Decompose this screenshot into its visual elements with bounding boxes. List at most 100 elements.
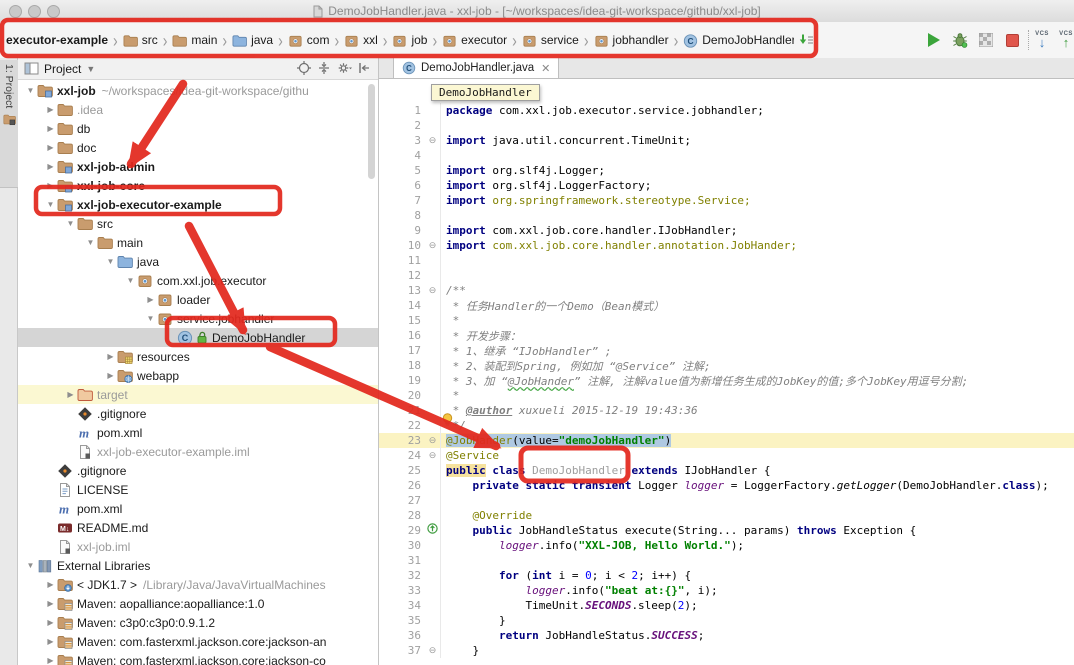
tree-open-arrow-icon[interactable]: ▼ bbox=[124, 276, 137, 285]
code-line-35[interactable]: 35 } bbox=[379, 613, 1074, 628]
code-line-22[interactable]: 22 */ bbox=[379, 418, 1074, 433]
code-line-31[interactable]: 31 bbox=[379, 553, 1074, 568]
tree-row-LICENSE[interactable]: LICENSE bbox=[18, 480, 378, 499]
breadcrumb-item-java[interactable]: java bbox=[230, 33, 275, 48]
tree-row-Maven-com.fasterxml.jackson.core-jackson-co[interactable]: ▶Maven: com.fasterxml.jackson.core:jacks… bbox=[18, 651, 378, 665]
code-line-32[interactable]: 32 for (int i = 0; i < 2; i++) { bbox=[379, 568, 1074, 583]
breadcrumb-item-executor-example[interactable]: executor-example bbox=[4, 33, 110, 47]
tree-row-.gitignore[interactable]: .gitignore bbox=[18, 461, 378, 480]
fold-marker-icon[interactable]: ⊖ bbox=[425, 643, 441, 658]
code-line-11[interactable]: 11 bbox=[379, 253, 1074, 268]
tree-open-arrow-icon[interactable]: ▼ bbox=[144, 314, 157, 323]
tree-closed-arrow-icon[interactable]: ▶ bbox=[104, 352, 117, 361]
code-line-1[interactable]: 1package com.xxl.job.executor.service.jo… bbox=[379, 103, 1074, 118]
tree-closed-arrow-icon[interactable]: ▶ bbox=[44, 618, 57, 627]
tree-row-xxl-job-core[interactable]: ▶xxl-job-core bbox=[18, 176, 378, 195]
tree-row-pom.xml[interactable]: mpom.xml bbox=[18, 499, 378, 518]
tree-closed-arrow-icon[interactable]: ▶ bbox=[44, 637, 57, 646]
tree-row-xxl-job.iml[interactable]: xxl-job.iml bbox=[18, 537, 378, 556]
tree-row-doc[interactable]: ▶doc bbox=[18, 138, 378, 157]
vcs-update-icon[interactable]: VCS↓ bbox=[1034, 32, 1050, 48]
code-line-29[interactable]: 29 public JobHandleStatus execute(String… bbox=[379, 523, 1074, 538]
tree-row-service.jobhandler[interactable]: ▼service.jobhandler bbox=[18, 309, 378, 328]
code-line-17[interactable]: 17 * 1、继承 “IJobHandler” ; bbox=[379, 343, 1074, 358]
code-line-10[interactable]: 10⊖import com.xxl.job.core.handler.annot… bbox=[379, 238, 1074, 253]
vcs-commit-icon[interactable]: VCS↑ bbox=[1058, 32, 1074, 48]
fold-marker-icon[interactable]: ⊖ bbox=[425, 448, 441, 463]
code-line-26[interactable]: 26 private static transient Logger logge… bbox=[379, 478, 1074, 493]
fold-marker-icon[interactable]: ⊖ bbox=[425, 133, 441, 148]
code-line-6[interactable]: 6import org.slf4j.LoggerFactory; bbox=[379, 178, 1074, 193]
debug-icon[interactable] bbox=[952, 32, 968, 48]
code-line-20[interactable]: 20 * bbox=[379, 388, 1074, 403]
code-line-21[interactable]: 21 * @author xuxueli 2015-12-19 19:43:36 bbox=[379, 403, 1074, 418]
project-tree-scrollbar[interactable] bbox=[368, 84, 375, 179]
breadcrumb-item-DemoJobHandler[interactable]: CDemoJobHandler bbox=[681, 33, 794, 48]
tree-open-arrow-icon[interactable]: ▼ bbox=[24, 561, 37, 570]
tree-open-arrow-icon[interactable]: ▼ bbox=[24, 86, 37, 95]
collapse-all-icon[interactable] bbox=[317, 61, 332, 76]
code-line-14[interactable]: 14 * 任务Handler的一个Demo（Bean模式） bbox=[379, 298, 1074, 313]
tree-row-xxl-job-executor-example.iml[interactable]: xxl-job-executor-example.iml bbox=[18, 442, 378, 461]
hide-panel-icon[interactable] bbox=[357, 61, 372, 76]
code-line-12[interactable]: 12 bbox=[379, 268, 1074, 283]
breadcrumb-item-jobhandler[interactable]: jobhandler bbox=[592, 33, 671, 48]
code-line-2[interactable]: 2 bbox=[379, 118, 1074, 133]
tree-open-arrow-icon[interactable]: ▼ bbox=[84, 238, 97, 247]
tree-open-arrow-icon[interactable]: ▼ bbox=[104, 257, 117, 266]
tree-row-Maven-com.fasterxml.jackson.core-jackson-an[interactable]: ▶Maven: com.fasterxml.jackson.core:jacks… bbox=[18, 632, 378, 651]
project-tool-window-tab[interactable]: 1: Project bbox=[0, 60, 18, 188]
intention-bulb-icon[interactable] bbox=[442, 413, 453, 430]
tree-row-.idea[interactable]: ▶.idea bbox=[18, 100, 378, 119]
code-line-36[interactable]: 36 return JobHandleStatus.SUCCESS; bbox=[379, 628, 1074, 643]
scroll-down-icon[interactable] bbox=[798, 32, 814, 48]
tree-closed-arrow-icon[interactable]: ▶ bbox=[44, 124, 57, 133]
code-line-19[interactable]: 19 * 3、加 “@JobHander” 注解, 注解value值为新增任务生… bbox=[379, 373, 1074, 388]
tree-row-pom.xml[interactable]: mpom.xml bbox=[18, 423, 378, 442]
locate-file-icon[interactable] bbox=[297, 61, 312, 76]
chevron-down-icon[interactable]: ▼ bbox=[86, 64, 95, 74]
tree-row-target[interactable]: ▶target bbox=[18, 385, 378, 404]
close-tab-icon[interactable]: ✕ bbox=[541, 62, 550, 75]
tree-closed-arrow-icon[interactable]: ▶ bbox=[44, 105, 57, 114]
code-line-18[interactable]: 18 * 2、装配到Spring, 例如加 “@Service” 注解; bbox=[379, 358, 1074, 373]
breadcrumb-item-job[interactable]: job bbox=[390, 33, 429, 48]
tree-closed-arrow-icon[interactable]: ▶ bbox=[104, 371, 117, 380]
run-icon[interactable] bbox=[926, 32, 942, 48]
tree-row-main[interactable]: ▼main bbox=[18, 233, 378, 252]
tree-closed-arrow-icon[interactable]: ▶ bbox=[64, 390, 77, 399]
code-line-7[interactable]: 7import org.springframework.stereotype.S… bbox=[379, 193, 1074, 208]
code-line-15[interactable]: 15 * bbox=[379, 313, 1074, 328]
code-line-37[interactable]: 37⊖ } bbox=[379, 643, 1074, 658]
tree-row-java[interactable]: ▼java bbox=[18, 252, 378, 271]
editor-tab[interactable]: C DemoJobHandler.java ✕ bbox=[393, 58, 559, 78]
breadcrumb-item-executor[interactable]: executor bbox=[440, 33, 509, 48]
breadcrumb-item-com[interactable]: com bbox=[286, 33, 332, 48]
code-line-9[interactable]: 9import com.xxl.job.core.handler.IJobHan… bbox=[379, 223, 1074, 238]
tree-row-db[interactable]: ▶db bbox=[18, 119, 378, 138]
tree-row-resources[interactable]: ▶resources bbox=[18, 347, 378, 366]
tree-row-xxl-job-admin[interactable]: ▶xxl-job-admin bbox=[18, 157, 378, 176]
breadcrumb-item-xxl[interactable]: xxl bbox=[342, 33, 380, 48]
tree-closed-arrow-icon[interactable]: ▶ bbox=[44, 143, 57, 152]
code-line-25[interactable]: 25public class DemoJobHandler extends IJ… bbox=[379, 463, 1074, 478]
code-line-13[interactable]: 13⊖/** bbox=[379, 283, 1074, 298]
code-line-34[interactable]: 34 TimeUnit.SECONDS.sleep(2); bbox=[379, 598, 1074, 613]
code-line-28[interactable]: 28 @Override bbox=[379, 508, 1074, 523]
code-line-16[interactable]: 16 * 开发步骤： bbox=[379, 328, 1074, 343]
tree-open-arrow-icon[interactable]: ▼ bbox=[44, 200, 57, 209]
tree-row-xxl-job-executor-example[interactable]: ▼xxl-job-executor-example bbox=[18, 195, 378, 214]
code-line-23[interactable]: 23⊖@JobHander(value="demoJobHandler") bbox=[379, 433, 1074, 448]
project-panel-title[interactable]: Project bbox=[44, 62, 81, 76]
code-line-24[interactable]: 24⊖@Service bbox=[379, 448, 1074, 463]
tree-row-com.xxl.job.executor[interactable]: ▼com.xxl.job.executor bbox=[18, 271, 378, 290]
tree-row-webapp[interactable]: ▶webapp bbox=[18, 366, 378, 385]
tree-closed-arrow-icon[interactable]: ▶ bbox=[44, 162, 57, 171]
tree-row-Maven-aopalliance-aopalliance-1.0[interactable]: ▶Maven: aopalliance:aopalliance:1.0 bbox=[18, 594, 378, 613]
stop-icon[interactable] bbox=[1004, 32, 1020, 48]
tree-row-xxl-job[interactable]: ▼xxl-job~/workspaces/idea-git-workspace/… bbox=[18, 81, 378, 100]
code-line-8[interactable]: 8 bbox=[379, 208, 1074, 223]
tree-row-External-Libraries[interactable]: ▼External Libraries bbox=[18, 556, 378, 575]
fold-marker-icon[interactable]: ⊖ bbox=[425, 283, 441, 298]
code-line-4[interactable]: 4 bbox=[379, 148, 1074, 163]
